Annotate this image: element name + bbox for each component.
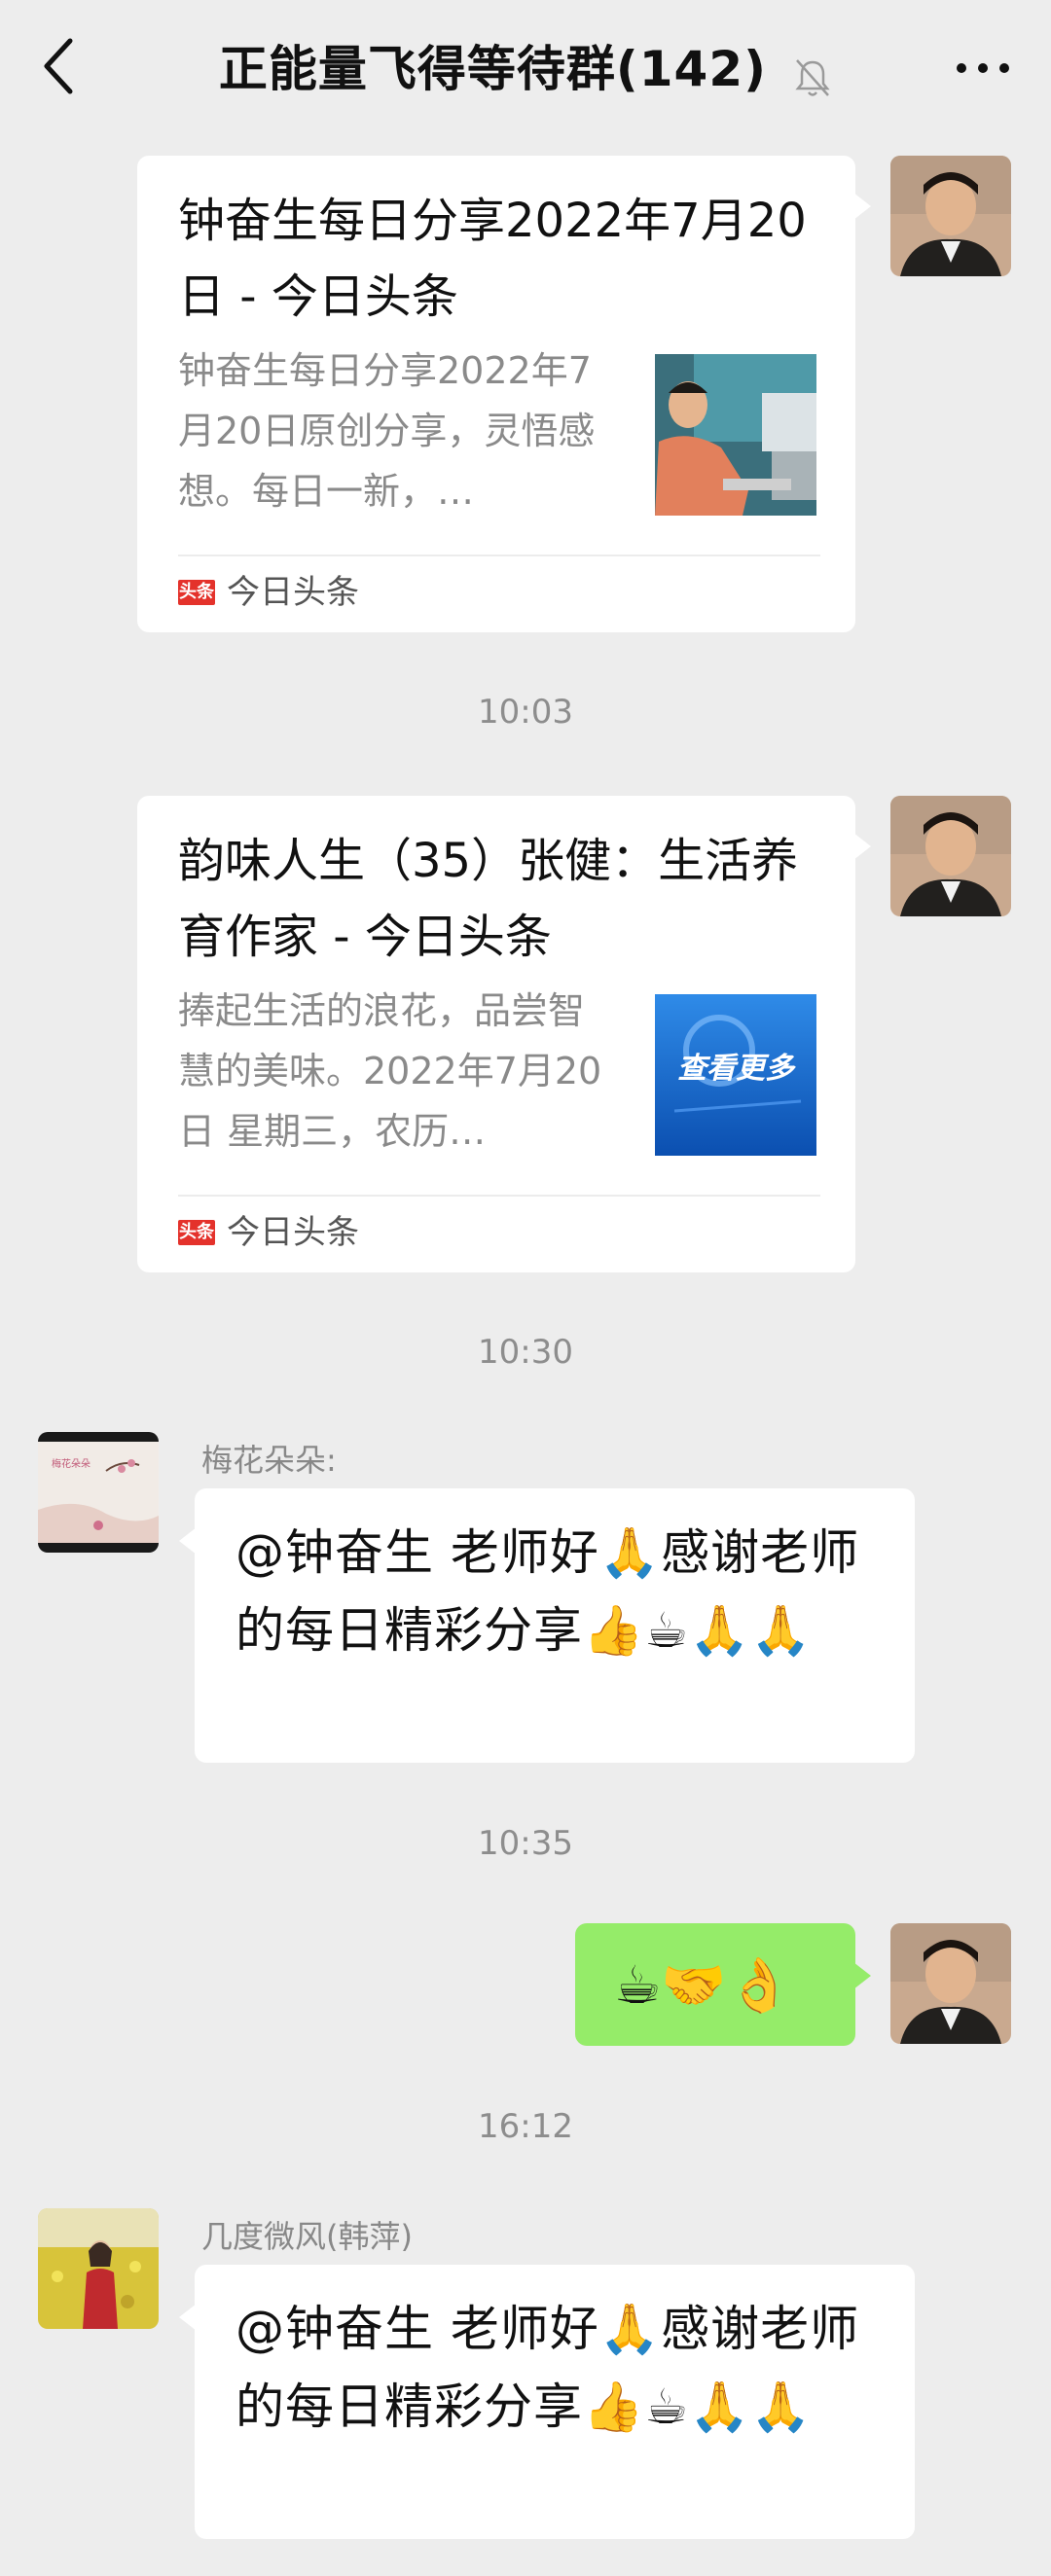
timestamp: 10:35 <box>478 1824 573 1863</box>
chat-title: 正能量飞得等待群(142) <box>146 35 905 103</box>
link-card[interactable]: 钟奋生每日分享2022年7月20日 - 今日头条 钟奋生每日分享2022年7月2… <box>137 156 871 632</box>
message-bubble[interactable]: @钟奋生 老师好🙏感谢老师的每日精彩分享👍☕🙏🙏 <box>179 1488 915 1763</box>
link-card-thumbnail <box>655 354 816 516</box>
bell-muted-icon <box>795 58 830 96</box>
chevron-left-icon[interactable] <box>39 35 78 97</box>
sender-name: 几度微风(韩萍) <box>201 2218 413 2255</box>
link-card-footer: 头条 今日头条 <box>178 1195 820 1265</box>
link-card-description: 钟奋生每日分享2022年7月20日原创分享，灵悟感想。每日一新，… <box>178 349 596 513</box>
ellipsis-icon[interactable] <box>954 54 1012 82</box>
message-bubble[interactable]: @钟奋生 老师好🙏感谢老师的每日精彩分享👍☕🙏🙏 <box>179 2265 915 2539</box>
avatar-self[interactable] <box>890 156 1011 276</box>
link-card-title: 韵味人生（35）张健：生活养育作家 - 今日头条 <box>178 834 799 964</box>
message-text: @钟奋生 老师好🙏感谢老师的每日精彩分享👍☕🙏🙏 <box>236 2301 860 2435</box>
toutiao-logo-icon: 头条 <box>178 580 215 605</box>
avatar-caption: 梅花朵朵 <box>52 1457 91 1470</box>
top-bar: 正能量飞得等待群(142) <box>0 0 1051 136</box>
message-text: @钟奋生 老师好🙏感谢老师的每日精彩分享👍☕🙏🙏 <box>236 1524 860 1659</box>
sender-name: 梅花朵朵: <box>201 1442 337 1479</box>
avatar-self[interactable] <box>890 796 1011 916</box>
link-card-footer: 头条 今日头条 <box>178 555 820 625</box>
avatar-jiduweifeng[interactable] <box>38 2208 159 2329</box>
message-bubble-self[interactable]: ☕🤝👌 <box>575 1923 871 2046</box>
link-card-thumbnail: 查看更多 <box>655 994 816 1156</box>
link-card-title: 钟奋生每日分享2022年7月20日 - 今日头条 <box>178 194 807 324</box>
avatar-self[interactable] <box>890 1923 1011 2044</box>
link-card-source: 今日头条 <box>227 573 359 612</box>
timestamp: 16:12 <box>478 2107 573 2146</box>
emoji-message: ☕🤝👌 <box>614 1954 792 2016</box>
thumbnail-label: 查看更多 <box>677 1052 796 1086</box>
chat-title-text: 正能量飞得等待群(142) <box>218 41 767 97</box>
timestamp: 10:30 <box>478 1333 573 1372</box>
timestamp: 10:03 <box>478 693 573 732</box>
link-card-source: 今日头条 <box>227 1213 359 1252</box>
link-card[interactable]: 韵味人生（35）张健：生活养育作家 - 今日头条 捧起生活的浪花，品尝智慧的美味… <box>137 796 871 1272</box>
link-card-description: 捧起生活的浪花，品尝智慧的美味。2022年7月20日 星期三，农历… <box>178 989 602 1153</box>
avatar-meihuaduoduo[interactable]: 梅花朵朵 <box>38 1432 159 1553</box>
toutiao-logo-icon: 头条 <box>178 1220 215 1245</box>
